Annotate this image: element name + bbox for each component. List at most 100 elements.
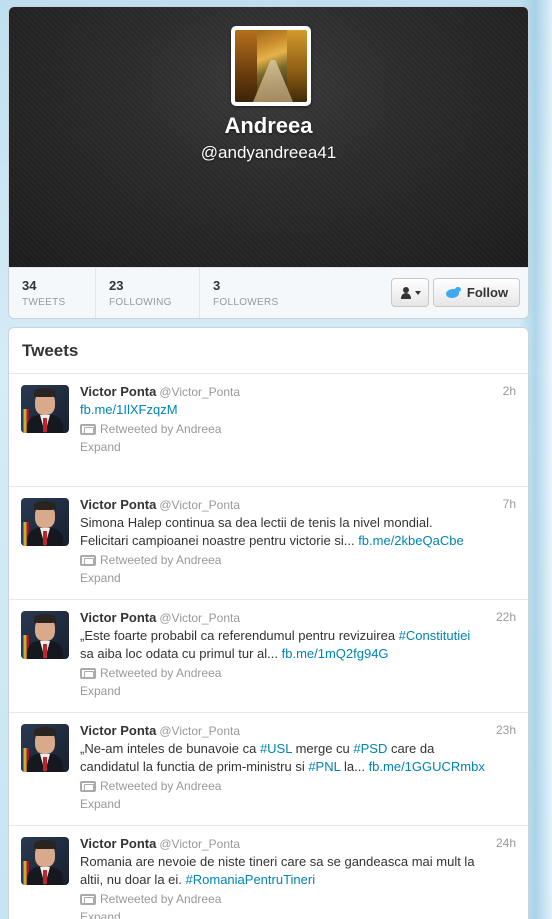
tweet-text: „Ne-am inteles de bunavoie ca #USL merge…	[80, 740, 516, 776]
tweet-url-link[interactable]: fb.me/1GGUCRmbx	[369, 759, 485, 774]
tweet-text-segment: Romania are nevoie de niste tineri care …	[80, 854, 475, 869]
stat-tweets[interactable]: 34 TWEETS	[9, 268, 96, 318]
tweet-author-handle[interactable]: @Victor_Ponta	[159, 724, 240, 738]
tweet-author-avatar[interactable]	[21, 724, 69, 772]
tweet-author-name[interactable]: Victor Ponta	[80, 497, 156, 512]
caret-down-icon	[414, 290, 421, 295]
tweet-timestamp[interactable]: 23h	[496, 723, 516, 737]
tweet-author-handle[interactable]: @Victor_Ponta	[159, 498, 240, 512]
tweet-timestamp[interactable]: 24h	[496, 836, 516, 850]
tweet-author-name[interactable]: Victor Ponta	[80, 610, 156, 625]
tweet-header: Victor Ponta @Victor_Ponta 22h	[80, 609, 516, 627]
retweeted-by-label[interactable]: Retweeted by Andreea	[100, 666, 221, 680]
tweet-hashtag-link[interactable]: #PSD	[353, 741, 387, 756]
tweet-text-segment: la...	[340, 759, 369, 774]
tweet-author-avatar[interactable]	[21, 385, 69, 433]
tweet-url-link[interactable]: fb.me/2kbeQaCbe	[358, 533, 464, 548]
tweet-author-avatar[interactable]	[21, 498, 69, 546]
tweet-expand-link[interactable]: Expand	[80, 571, 121, 585]
tweet-retweet-info: Retweeted by Andreea	[80, 892, 221, 906]
tweet-expand-link[interactable]: Expand	[80, 797, 121, 811]
profile-handle: @andyandreea41	[200, 143, 337, 162]
retweeted-by-label[interactable]: Retweeted by Andreea	[100, 422, 221, 436]
tweet-text-segment: merge cu	[291, 741, 354, 756]
stat-tweets-label: TWEETS	[22, 297, 66, 308]
tweets-heading: Tweets	[9, 328, 528, 374]
tweet-text-segment: care da	[387, 741, 435, 756]
tweet-author-handle[interactable]: @Victor_Ponta	[159, 385, 240, 399]
tweet-author-name[interactable]: Victor Ponta	[80, 836, 156, 851]
tweet-author-avatar[interactable]	[21, 837, 69, 885]
tweet-retweet-info: Retweeted by Andreea	[80, 422, 221, 436]
retweeted-by-label[interactable]: Retweeted by Andreea	[100, 553, 221, 567]
person-icon	[400, 286, 412, 299]
tweet-text: Simona Halep continua sa dea lectii de t…	[80, 514, 516, 550]
tweet-timestamp[interactable]: 22h	[496, 610, 516, 624]
retweet-icon	[80, 893, 96, 905]
tweet-author-handle[interactable]: @Victor_Ponta	[159, 611, 240, 625]
stat-following-count: 23	[109, 278, 124, 293]
twitter-bird-icon	[445, 286, 461, 299]
tweet-expand-link[interactable]: Expand	[80, 910, 121, 919]
tweet-retweet-info: Retweeted by Andreea	[80, 553, 221, 567]
tweet-item[interactable]: Victor Ponta @Victor_Ponta 23h „Ne-am intel…	[9, 713, 528, 826]
tweet-author-handle[interactable]: @Victor_Ponta	[159, 837, 240, 851]
tweet-text-segment: Felicitari campioanei noastre pentru vic…	[80, 533, 359, 548]
stat-following[interactable]: 23 FOLLOWING	[96, 268, 200, 318]
retweeted-by-label[interactable]: Retweeted by Andreea	[100, 892, 221, 906]
tweet-text-segment: sa aiba loc odata cu primul tur al...	[80, 646, 282, 661]
tweet-list: Victor Ponta @Victor_Ponta 2h fb.me/1IlXFzq…	[9, 374, 528, 919]
tweet-item[interactable]: Victor Ponta @Victor_Ponta 2h fb.me/1IlXFzq…	[9, 374, 528, 487]
tweet-header: Victor Ponta @Victor_Ponta 2h	[80, 383, 516, 401]
tweet-text-segment: „Este foarte probabil ca referendumul pe…	[80, 628, 399, 643]
retweet-icon	[80, 667, 96, 679]
profile-card: Andreea @andyandreea41 34 TWEETS 23 FOLL…	[8, 6, 529, 319]
autumn-forest-avatar-image	[235, 30, 307, 102]
tweet-text: fb.me/1IlXFzqzM	[80, 401, 516, 419]
profile-header: Andreea @andyandreea41	[9, 7, 528, 267]
tweet-text-segment: Simona Halep continua sa dea lectii de t…	[80, 515, 433, 530]
tweet-timestamp[interactable]: 2h	[503, 384, 516, 398]
tweet-retweet-info: Retweeted by Andreea	[80, 779, 221, 793]
tweet-hashtag-link[interactable]: #USL	[260, 741, 292, 756]
follow-button[interactable]: Follow	[433, 278, 520, 307]
tweet-item[interactable]: Victor Ponta @Victor_Ponta 7h Simona Halep …	[9, 487, 528, 600]
tweet-text-segment: altii, nu doar la ei.	[80, 872, 186, 887]
stat-followers-label: FOLLOWERS	[213, 297, 279, 308]
follow-button-label: Follow	[466, 285, 509, 300]
stat-following-label: FOLLOWING	[109, 297, 172, 308]
profile-avatar[interactable]	[231, 26, 311, 106]
profile-name: Andreea	[224, 113, 313, 138]
tweet-header: Victor Ponta @Victor_Ponta 24h	[80, 835, 516, 853]
tweet-text: „Este foarte probabil ca referendumul pe…	[80, 627, 516, 663]
stat-followers[interactable]: 3 FOLLOWERS	[200, 268, 310, 318]
profile-stats-bar: 34 TWEETS 23 FOLLOWING 3 FOLLOWERS Follo…	[9, 267, 528, 318]
tweet-hashtag-link[interactable]: #RomaniaPentruTineri	[186, 872, 316, 887]
tweet-author-avatar[interactable]	[21, 611, 69, 659]
tweets-card: Tweets Victor Ponta @Victor_Ponta 2h fb.me/…	[8, 327, 529, 919]
tweet-author-name[interactable]: Victor Ponta	[80, 384, 156, 399]
tweet-retweet-info: Retweeted by Andreea	[80, 666, 221, 680]
tweet-text: Romania are nevoie de niste tineri care …	[80, 853, 516, 889]
retweet-icon	[80, 423, 96, 435]
retweet-icon	[80, 554, 96, 566]
tweet-hashtag-link[interactable]: #PNL	[308, 759, 340, 774]
tweet-author-name[interactable]: Victor Ponta	[80, 723, 156, 738]
tweet-text-segment: „Ne-am inteles de bunavoie ca	[80, 741, 260, 756]
retweeted-by-label[interactable]: Retweeted by Andreea	[100, 779, 221, 793]
retweet-icon	[80, 780, 96, 792]
tweet-header: Victor Ponta @Victor_Ponta 7h	[80, 496, 516, 514]
stat-tweets-count: 34	[22, 278, 37, 293]
tweet-expand-link[interactable]: Expand	[80, 440, 121, 454]
tweet-hashtag-link[interactable]: #Constitutiei	[399, 628, 471, 643]
tweet-text-segment: candidatul la functia de prim-ministru s…	[80, 759, 309, 774]
tweet-url-link[interactable]: fb.me/1IlXFzqzM	[80, 402, 178, 417]
stat-followers-count: 3	[213, 278, 221, 293]
tweet-url-link[interactable]: fb.me/1mQ2fg94G	[282, 646, 389, 661]
tweet-header: Victor Ponta @Victor_Ponta 23h	[80, 722, 516, 740]
tweet-expand-link[interactable]: Expand	[80, 684, 121, 698]
tweet-timestamp[interactable]: 7h	[503, 497, 516, 511]
user-actions-dropdown-button[interactable]	[391, 278, 429, 307]
tweet-item[interactable]: Victor Ponta @Victor_Ponta 24h Romania are …	[9, 826, 528, 919]
tweet-item[interactable]: Victor Ponta @Victor_Ponta 22h „Este foarte…	[9, 600, 528, 713]
